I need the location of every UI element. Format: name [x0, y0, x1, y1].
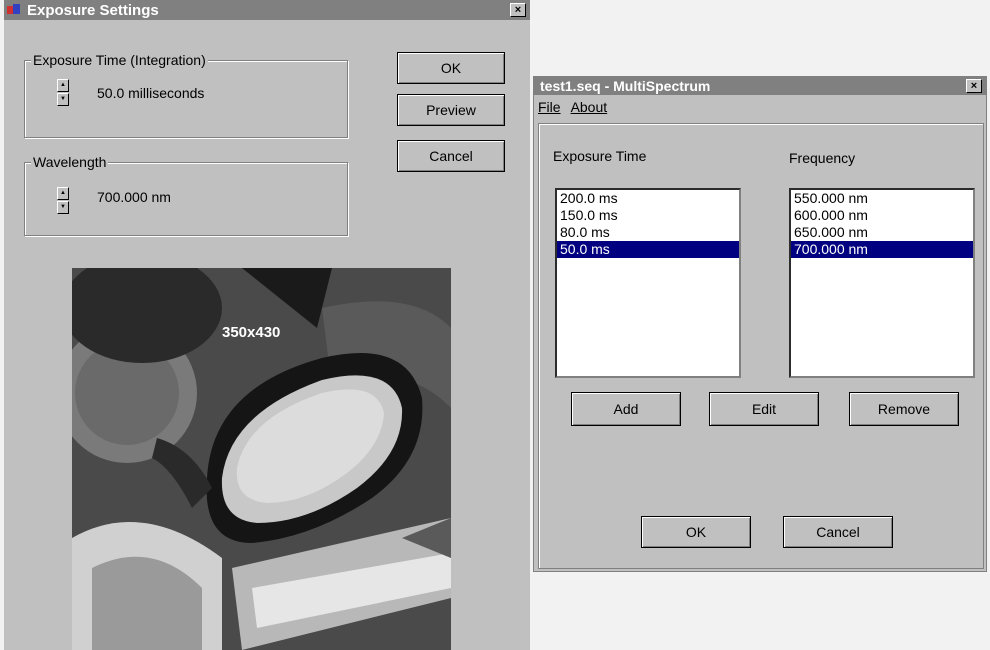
frequency-list[interactable]: 550.000 nm 600.000 nm 650.000 nm 700.000 nm	[789, 188, 975, 378]
multispectrum-window: test1.seq - MultiSpectrum × File About E…	[533, 76, 987, 572]
close-icon[interactable]: ×	[510, 3, 526, 17]
list-item[interactable]: 50.0 ms	[557, 241, 739, 258]
multispectrum-title-bar[interactable]: test1.seq - MultiSpectrum ×	[534, 77, 986, 95]
spinner-down-icon[interactable]: ▼	[57, 201, 69, 214]
wavelength-group: Wavelength ▲ ▼ 700.000 nm	[24, 154, 348, 236]
menu-bar: File About	[538, 99, 617, 117]
exposure-cancel-button[interactable]: Cancel	[397, 140, 505, 172]
exposure-preview-button[interactable]: Preview	[397, 94, 505, 126]
list-item[interactable]: 200.0 ms	[557, 190, 739, 207]
exposure-time-header: Exposure Time	[553, 148, 647, 164]
preview-image: 350x430	[72, 268, 451, 650]
menu-file[interactable]: File	[538, 99, 561, 117]
image-size-overlay: 350x430	[222, 324, 281, 341]
menu-about[interactable]: About	[571, 99, 608, 117]
exposure-spinner[interactable]: ▲ ▼	[57, 79, 69, 107]
remove-button[interactable]: Remove	[849, 392, 959, 426]
wavelength-value: 700.000 nm	[97, 189, 171, 205]
exposure-time-list[interactable]: 200.0 ms 150.0 ms 80.0 ms 50.0 ms	[555, 188, 741, 378]
edit-button[interactable]: Edit	[709, 392, 819, 426]
multispectrum-window-title: test1.seq - MultiSpectrum	[540, 78, 711, 94]
wavelength-group-label: Wavelength	[31, 154, 109, 170]
exposure-value: 50.0 milliseconds	[97, 85, 205, 101]
app-icon	[7, 4, 21, 16]
exposure-window-title: Exposure Settings	[27, 1, 159, 19]
list-item[interactable]: 700.000 nm	[791, 241, 973, 258]
spinner-up-icon[interactable]: ▲	[57, 187, 69, 200]
frequency-header: Frequency	[789, 150, 856, 166]
add-button[interactable]: Add	[571, 392, 681, 426]
list-item[interactable]: 550.000 nm	[791, 190, 973, 207]
exposure-title-bar[interactable]: Exposure Settings ×	[4, 0, 530, 20]
exposure-ok-button[interactable]: OK	[397, 52, 505, 84]
multispectrum-cancel-button[interactable]: Cancel	[783, 516, 893, 548]
close-icon[interactable]: ×	[966, 79, 982, 93]
list-item[interactable]: 650.000 nm	[791, 224, 973, 241]
exposure-time-group: Exposure Time (Integration) ▲ ▼ 50.0 mil…	[24, 52, 348, 138]
list-item[interactable]: 150.0 ms	[557, 207, 739, 224]
list-item[interactable]: 80.0 ms	[557, 224, 739, 241]
list-item[interactable]: 600.000 nm	[791, 207, 973, 224]
spinner-down-icon[interactable]: ▼	[57, 93, 69, 106]
multispectrum-panel: Exposure Time Frequency 200.0 ms 150.0 ms…	[538, 123, 984, 569]
multispectrum-ok-button[interactable]: OK	[641, 516, 751, 548]
wavelength-spinner[interactable]: ▲ ▼	[57, 187, 69, 215]
spinner-up-icon[interactable]: ▲	[57, 79, 69, 92]
exposure-group-label: Exposure Time (Integration)	[31, 52, 208, 68]
